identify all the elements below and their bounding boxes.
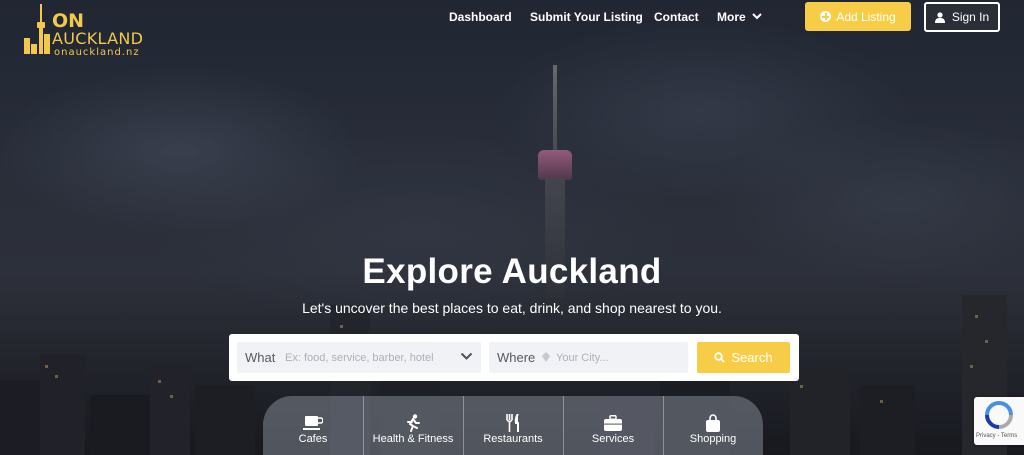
category-restaurants[interactable]: Restaurants xyxy=(463,396,563,455)
site-logo[interactable]: ON AUCKLAND onauckland.nz xyxy=(22,4,162,60)
search-button-label: Search xyxy=(731,350,773,365)
location-pin-icon xyxy=(542,352,550,362)
sign-in-button[interactable]: Sign In xyxy=(924,2,1000,32)
nav-contact[interactable]: Contact xyxy=(654,10,699,24)
nav-more-label: More xyxy=(717,10,746,24)
category-shopping[interactable]: Shopping xyxy=(663,396,763,455)
briefcase-icon xyxy=(604,415,622,431)
add-listing-button[interactable]: Add Listing xyxy=(805,2,911,31)
where-field[interactable]: Where xyxy=(489,342,688,373)
category-label: Services xyxy=(591,433,635,445)
category-label: Shopping xyxy=(689,433,737,445)
recaptcha-terms[interactable]: Privacy - Terms xyxy=(976,433,1017,439)
nav-more[interactable]: More xyxy=(717,10,762,24)
search-icon xyxy=(714,352,726,363)
what-field[interactable]: What xyxy=(237,342,481,373)
hero-title: Explore Auckland xyxy=(362,252,662,291)
running-person-icon xyxy=(407,414,420,432)
category-label: Health & Fitness xyxy=(372,433,454,445)
category-bar: Cafes Health & Fitness Restaurants Servi… xyxy=(263,396,763,455)
plus-circle-icon xyxy=(820,11,832,22)
logo-text-auckland: AUCKLAND xyxy=(52,29,144,48)
recaptcha-badge[interactable]: Privacy - Terms xyxy=(974,397,1024,445)
fork-knife-icon xyxy=(506,414,519,432)
logo-domain: onauckland.nz xyxy=(54,47,140,58)
where-input[interactable] xyxy=(556,348,681,368)
category-label: Cafes xyxy=(298,433,328,445)
what-input[interactable] xyxy=(285,348,455,368)
nav-dashboard[interactable]: Dashboard xyxy=(449,10,512,24)
hero-subtitle: Let's uncover the best places to eat, dr… xyxy=(302,300,722,316)
shopping-bag-icon xyxy=(706,414,720,432)
search-form: What Where Search xyxy=(229,334,799,381)
recaptcha-icon xyxy=(985,401,1013,429)
category-cafes[interactable]: Cafes xyxy=(263,396,363,455)
category-label: Restaurants xyxy=(483,433,543,445)
sky-tower-logo-icon xyxy=(24,4,50,54)
chevron-down-icon[interactable] xyxy=(460,352,473,361)
nav-submit-listing[interactable]: Submit Your Listing xyxy=(530,10,643,24)
hero-background xyxy=(0,0,1024,455)
category-health-fitness[interactable]: Health & Fitness xyxy=(363,396,463,455)
chevron-down-icon xyxy=(751,13,762,20)
what-label: What xyxy=(245,350,276,365)
add-listing-label: Add Listing xyxy=(836,9,896,24)
coffee-cup-icon xyxy=(303,416,323,430)
where-label: Where xyxy=(497,350,536,365)
search-button[interactable]: Search xyxy=(697,342,790,373)
sign-in-label: Sign In xyxy=(951,10,990,24)
category-services[interactable]: Services xyxy=(563,396,663,455)
user-icon xyxy=(934,11,945,23)
